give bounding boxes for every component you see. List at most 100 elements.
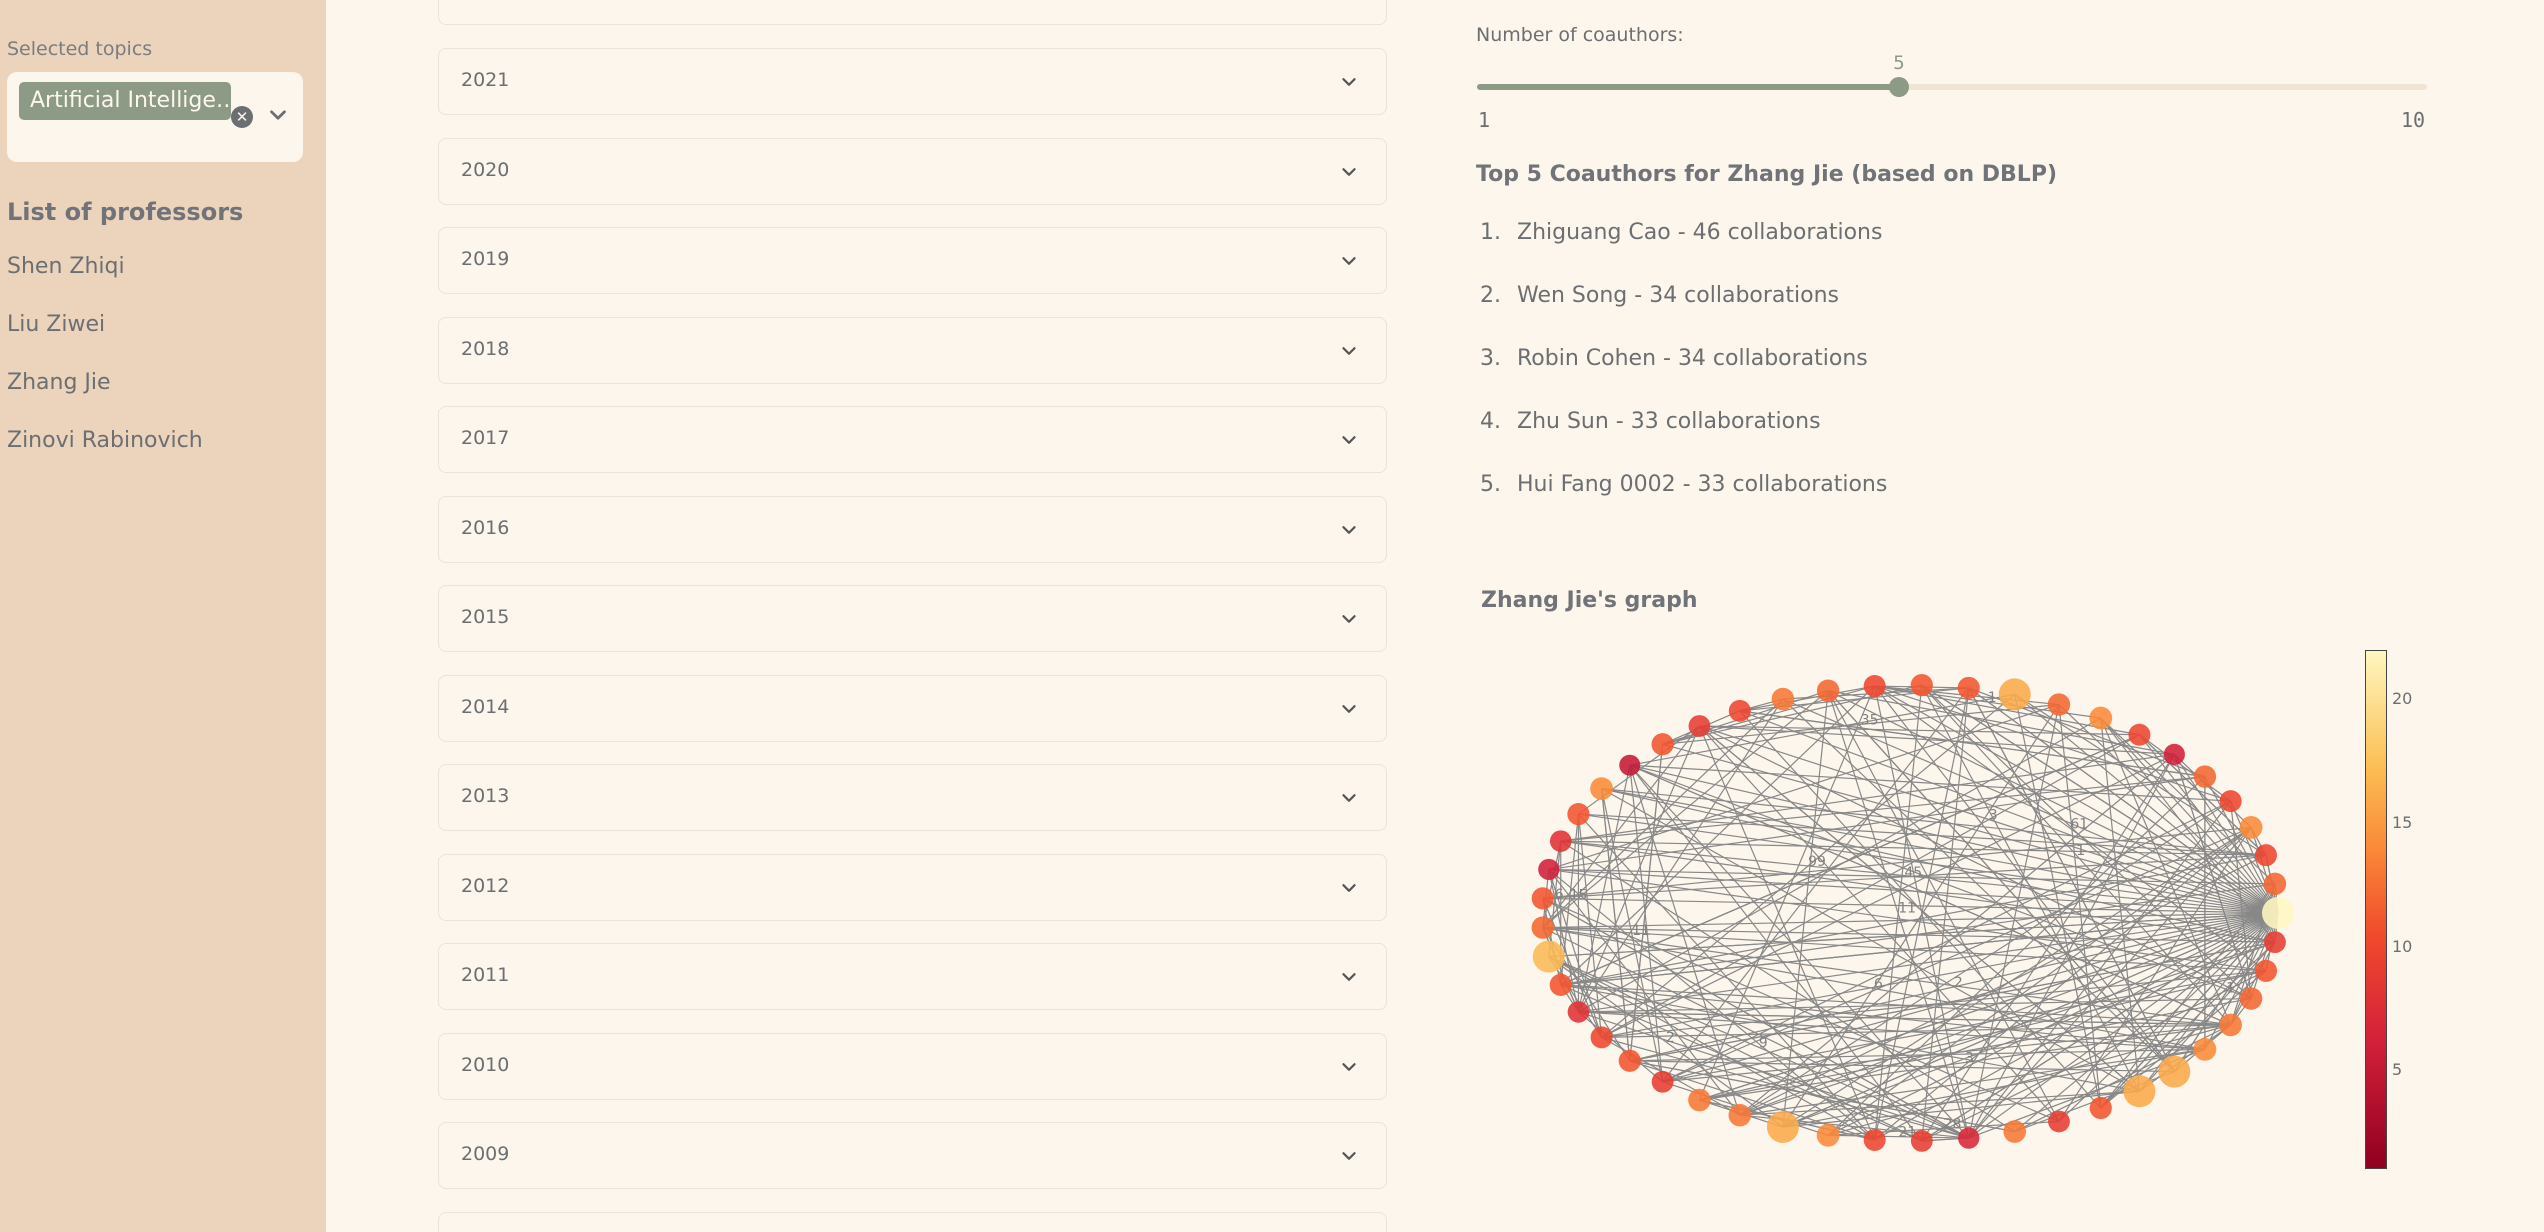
- graph-node[interactable]: [1957, 676, 1980, 700]
- coauthor-list: 1. Zhiguang Cao - 46 collaborations 2. Wen…: [1480, 220, 1887, 535]
- edge-label: 15: [1570, 887, 1588, 903]
- list-item: 5. Hui Fang 0002 - 33 collaborations: [1480, 472, 1888, 497]
- graph-node[interactable]: [2089, 706, 2113, 730]
- chevron-down-icon: [1342, 78, 1356, 86]
- graph-node[interactable]: [1651, 1070, 1674, 1093]
- graph-node[interactable]: [1771, 687, 1795, 711]
- year-expander-2011[interactable]: 2011: [438, 943, 1387, 1010]
- year-expander-2014[interactable]: 2014: [438, 674, 1387, 742]
- graph-node[interactable]: [1549, 973, 1572, 996]
- graph-node[interactable]: [1958, 1127, 1980, 1149]
- graph-node[interactable]: [1910, 674, 1933, 697]
- graph-node[interactable]: [2123, 1075, 2156, 1108]
- graph-node[interactable]: [2163, 743, 2185, 765]
- graph-node[interactable]: [1688, 715, 1711, 737]
- year-expander-2020[interactable]: 2020: [438, 137, 1387, 205]
- professor-link[interactable]: Zinovi Rabinovich: [7, 428, 203, 453]
- edge-label: 45: [1904, 865, 1922, 881]
- professor-link[interactable]: Zhang Jie: [7, 370, 111, 395]
- topics-multiselect[interactable]: Artificial Intellige… ✕: [7, 72, 303, 162]
- graph-node[interactable]: [1618, 1049, 1641, 1072]
- edge-label: 2: [1954, 975, 1963, 991]
- graph-node[interactable]: [1998, 678, 2031, 711]
- coauthor-network-graph[interactable]: 12346911152128354561991121361: [1500, 640, 2300, 1170]
- graph-node[interactable]: [2219, 790, 2242, 813]
- graph-node[interactable]: [2239, 816, 2263, 839]
- graph-node[interactable]: [1532, 940, 1565, 973]
- year-expander-2016[interactable]: 2016: [438, 495, 1387, 563]
- graph-node[interactable]: [2264, 931, 2286, 954]
- chevron-down-icon: [1342, 794, 1356, 802]
- graph-node[interactable]: [1567, 1001, 1590, 1023]
- professor-link[interactable]: Shen Zhiqi: [7, 254, 125, 279]
- graph-node[interactable]: [2089, 1096, 2112, 1120]
- edge-label: 9: [1759, 1035, 1768, 1051]
- year-expander-2021[interactable]: 2021: [438, 48, 1387, 115]
- graph-node[interactable]: [2158, 1055, 2191, 1088]
- graph-edge: [1782, 704, 2060, 1128]
- chevron-down-icon[interactable]: [265, 102, 291, 128]
- slider-thumb[interactable]: [1889, 77, 1910, 97]
- graph-node[interactable]: [1619, 754, 1641, 776]
- graph-node[interactable]: [1531, 887, 1554, 910]
- clear-selection-icon[interactable]: ✕: [231, 106, 253, 128]
- graph-title: Zhang Jie's graph: [1481, 588, 1698, 613]
- year-expander-2019[interactable]: 2019: [438, 227, 1387, 294]
- selected-topics-label: Selected topics: [7, 38, 153, 60]
- professor-link[interactable]: Liu Ziwei: [7, 312, 105, 337]
- edge-label: 1: [2076, 843, 2085, 859]
- graph-node[interactable]: [1651, 733, 1674, 756]
- slider-value: 5: [1893, 52, 1905, 74]
- graph-node[interactable]: [2193, 1037, 2217, 1061]
- graph-node[interactable]: [2254, 844, 2277, 867]
- graph-node[interactable]: [1538, 858, 1560, 881]
- year-expander-2012[interactable]: 2012: [438, 853, 1387, 921]
- year-label: 2018: [461, 337, 510, 360]
- graph-node[interactable]: [2048, 1110, 2070, 1133]
- graph-node[interactable]: [1816, 1123, 1840, 1147]
- chevron-down-icon: [1342, 525, 1356, 534]
- graph-node[interactable]: [1688, 1088, 1711, 1112]
- coauthor-slider-track[interactable]: [1477, 84, 2427, 90]
- graph-node[interactable]: [2219, 1013, 2242, 1037]
- list-item: 2. Wen Song - 34 collaborations: [1480, 283, 1839, 308]
- graph-node[interactable]: [1863, 1128, 1886, 1151]
- graph-node[interactable]: [2003, 1120, 2027, 1143]
- graph-node[interactable]: [2239, 987, 2263, 1010]
- year-expander-2010[interactable]: 2010: [438, 1032, 1387, 1100]
- year-expander-2017[interactable]: 2017: [438, 406, 1387, 473]
- year-expander-partial[interactable]: [438, 1212, 1387, 1232]
- graph-node[interactable]: [2128, 723, 2151, 746]
- chevron-down-icon: [1342, 615, 1356, 623]
- graph-node[interactable]: [1728, 699, 1751, 722]
- year-expander-2015[interactable]: 2015: [438, 585, 1387, 652]
- graph-node[interactable]: [1531, 916, 1554, 939]
- graph-node[interactable]: [1910, 1129, 1933, 1152]
- graph-node[interactable]: [2263, 872, 2287, 896]
- year-expander-2009[interactable]: 2009: [438, 1122, 1387, 1189]
- graph-node[interactable]: [1728, 1103, 1752, 1127]
- graph-node[interactable]: [1549, 830, 1572, 852]
- graph-node[interactable]: [2262, 897, 2294, 929]
- graph-node[interactable]: [1766, 1110, 1799, 1143]
- year-expander-2018[interactable]: 2018: [438, 316, 1387, 384]
- graph-node[interactable]: [1567, 802, 1590, 826]
- edge-label: 3: [1989, 808, 1998, 824]
- graph-node[interactable]: [1590, 1026, 1613, 1049]
- graph-edge: [1739, 685, 1875, 712]
- edge-label: 1: [2226, 980, 2235, 996]
- topic-chip[interactable]: Artificial Intellige…: [19, 82, 231, 120]
- graph-node[interactable]: [2193, 765, 2217, 788]
- graph-node[interactable]: [1590, 777, 1613, 801]
- year-expander-2013[interactable]: 2013: [438, 764, 1387, 831]
- graph-node[interactable]: [2254, 959, 2278, 982]
- year-expander-partial[interactable]: [438, 0, 1387, 25]
- chevron-down-icon: [1342, 436, 1356, 444]
- year-label: 2011: [461, 964, 510, 986]
- graph-edge: [2100, 717, 2276, 885]
- edge-label: 61: [2070, 816, 2088, 832]
- graph-node[interactable]: [1863, 675, 1886, 698]
- graph-node[interactable]: [2047, 693, 2071, 716]
- graph-node[interactable]: [1816, 679, 1840, 702]
- edge-label: 6: [1874, 976, 1883, 992]
